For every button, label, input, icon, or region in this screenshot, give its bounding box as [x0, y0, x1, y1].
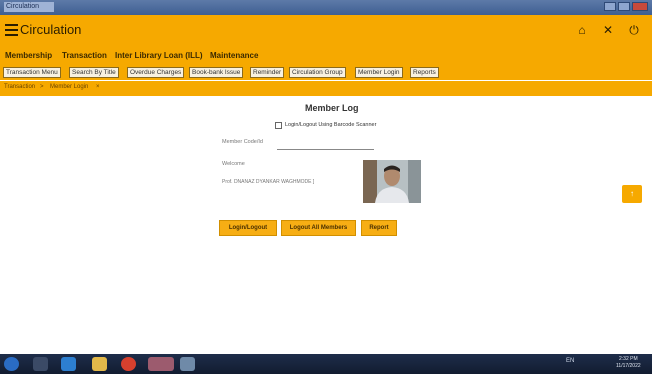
transaction-toolbar: Transaction Menu Search By Title Overdue… [0, 66, 652, 80]
toolbar-transaction-menu[interactable]: Transaction Menu [3, 67, 61, 78]
hamburger-menu-icon[interactable] [5, 24, 18, 36]
internet-explorer-icon[interactable] [61, 357, 76, 371]
app-header: Circulation ⌂ ✕ ⏻ [0, 15, 652, 48]
login-logout-button[interactable]: Login/Logout [219, 220, 277, 236]
app-title: Circulation [20, 22, 82, 37]
system-tray[interactable]: EN [566, 358, 574, 364]
barcode-scanner-checkbox[interactable] [275, 122, 282, 129]
toolbar-book-bank-issue[interactable]: Book-bank Issue [189, 67, 244, 78]
nav-inter-library-loan[interactable]: Inter Library Loan (ILL) [115, 51, 203, 60]
member-code-input[interactable] [277, 140, 374, 150]
report-button[interactable]: Report [361, 220, 397, 236]
minimize-button[interactable] [604, 2, 616, 11]
logout-all-members-button[interactable]: Logout All Members [281, 220, 356, 236]
toolbar-search-by-title[interactable]: Search By Title [69, 67, 119, 78]
start-button[interactable] [4, 357, 19, 371]
toolbar-overdue-charges[interactable]: Overdue Charges [127, 67, 185, 78]
member-name: Prof. DNANAZ DYANKAR WAGHMODE ] [222, 179, 315, 185]
circulation-app-icon[interactable] [180, 357, 195, 371]
nav-membership[interactable]: Membership [5, 51, 52, 60]
file-explorer-icon[interactable] [92, 357, 107, 371]
windows-taskbar: EN 2:32 PM 11/17/2022 [0, 354, 652, 374]
maximize-button[interactable] [618, 2, 630, 11]
toolbar-member-login[interactable]: Member Login [355, 67, 403, 78]
breadcrumb-transaction[interactable]: Transaction [4, 84, 35, 90]
chrome-icon[interactable] [121, 357, 136, 371]
nav-transaction[interactable]: Transaction [62, 51, 107, 60]
power-icon[interactable]: ⏻ [627, 23, 641, 37]
taskbar-clock[interactable]: 2:32 PM 11/17/2022 [616, 356, 641, 370]
clock-time: 2:32 PM [619, 356, 638, 362]
member-photo [363, 160, 421, 203]
welcome-label: Welcome [222, 161, 245, 167]
page-title: Member Log [305, 103, 359, 113]
breadcrumb-member-login[interactable]: Member Login [50, 84, 88, 90]
nav-maintenance[interactable]: Maintenance [210, 51, 258, 60]
toolbar-circulation-group[interactable]: Circulation Group [289, 67, 346, 78]
barcode-scanner-label: Login/Logout Using Barcode Scanner [285, 122, 377, 128]
clock-date: 11/17/2022 [616, 363, 641, 369]
member-code-label: Member Code/Id [222, 139, 263, 145]
window-titlebar: Circulation [0, 0, 652, 15]
close-icon[interactable]: ✕ [601, 23, 615, 37]
scroll-to-top-icon[interactable]: ↑ [622, 185, 642, 203]
window-controls [604, 2, 648, 11]
task-view-icon[interactable] [33, 357, 48, 371]
breadcrumb-separator: > [40, 84, 44, 90]
breadcrumb: Transaction > Member Login × [0, 80, 652, 96]
home-icon[interactable]: ⌂ [575, 23, 589, 37]
member-log-panel: Member Log Login/Logout Using Barcode Sc… [0, 96, 652, 354]
toolbar-reminder[interactable]: Reminder [250, 67, 285, 78]
main-nav: Membership Transaction Inter Library Loa… [0, 48, 652, 66]
window-title: Circulation [4, 2, 54, 12]
window-close-button[interactable] [632, 2, 648, 11]
toolbar-reports[interactable]: Reports [410, 67, 439, 78]
app-window-icon[interactable] [148, 357, 174, 371]
breadcrumb-close-icon[interactable]: × [96, 84, 100, 90]
